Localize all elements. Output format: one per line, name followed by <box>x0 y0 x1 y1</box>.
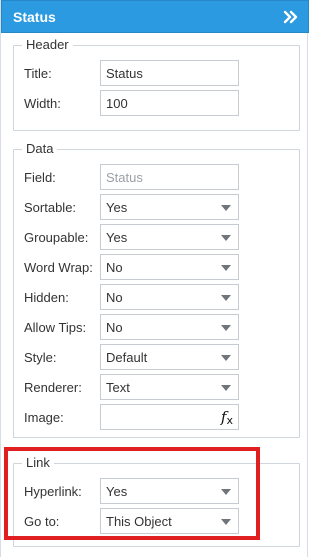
allowtips-row: Allow Tips: No <box>14 314 299 342</box>
hidden-row: Hidden: No <box>14 284 299 312</box>
renderer-row: Renderer: Text <box>14 374 299 402</box>
groupable-select-value: Yes <box>106 230 128 245</box>
data-group-legend: Data <box>22 141 58 157</box>
chevron-down-icon[interactable] <box>221 265 231 271</box>
fx-icon[interactable]: fx <box>221 408 233 427</box>
field-input-value: Status <box>106 170 143 185</box>
field-label: Field: <box>24 170 56 185</box>
hidden-select[interactable]: No <box>100 284 239 310</box>
field-input[interactable]: Status <box>100 164 239 190</box>
width-input-value: 100 <box>106 96 128 111</box>
double-chevron-right-icon[interactable] <box>280 6 302 28</box>
highlight-box <box>4 447 260 540</box>
field-row: Field: Status <box>14 164 299 192</box>
groupable-label: Groupable: <box>24 230 89 245</box>
chevron-down-icon[interactable] <box>221 385 231 391</box>
style-select[interactable]: Default <box>100 344 239 370</box>
data-group: Data Field: Status Sortable: Yes Groupab… <box>13 141 300 438</box>
chevron-down-icon[interactable] <box>221 355 231 361</box>
style-label: Style: <box>24 350 57 365</box>
panel-title: Status <box>13 9 56 25</box>
chevron-down-icon[interactable] <box>221 205 231 211</box>
chevron-down-icon[interactable] <box>221 295 231 301</box>
wordwrap-label: Word Wrap: <box>24 260 93 275</box>
style-row: Style: Default <box>14 344 299 372</box>
hidden-label: Hidden: <box>24 290 69 305</box>
title-input-value: Status <box>106 66 143 81</box>
header-group-legend: Header <box>22 37 73 53</box>
groupable-select[interactable]: Yes <box>100 224 239 250</box>
sortable-select[interactable]: Yes <box>100 194 239 220</box>
image-label: Image: <box>24 410 64 425</box>
wordwrap-select[interactable]: No <box>100 254 239 280</box>
renderer-select-value: Text <box>106 380 130 395</box>
wordwrap-row: Word Wrap: No <box>14 254 299 282</box>
hidden-select-value: No <box>106 290 123 305</box>
title-label: Title: <box>24 66 52 81</box>
chevron-down-icon[interactable] <box>221 235 231 241</box>
image-row: Image: fx <box>14 404 299 432</box>
image-input[interactable]: fx <box>100 404 239 430</box>
sortable-row: Sortable: Yes <box>14 194 299 222</box>
allowtips-label: Allow Tips: <box>24 320 87 335</box>
wordwrap-select-value: No <box>106 260 123 275</box>
renderer-select[interactable]: Text <box>100 374 239 400</box>
panel-header: Status <box>1 0 309 33</box>
width-input[interactable]: 100 <box>100 90 239 116</box>
width-row: Width: 100 <box>14 90 299 118</box>
chevron-down-icon[interactable] <box>221 325 231 331</box>
groupable-row: Groupable: Yes <box>14 224 299 252</box>
title-row: Title: Status <box>14 60 299 88</box>
style-select-value: Default <box>106 350 148 365</box>
renderer-label: Renderer: <box>24 380 82 395</box>
header-group: Header Title: Status Width: 100 <box>13 37 300 131</box>
allowtips-select-value: No <box>106 320 123 335</box>
width-label: Width: <box>24 96 61 111</box>
allowtips-select[interactable]: No <box>100 314 239 340</box>
sortable-select-value: Yes <box>106 200 128 215</box>
properties-panel: Status Header Title: Status Width: 100 D… <box>0 0 309 557</box>
title-input[interactable]: Status <box>100 60 239 86</box>
sortable-label: Sortable: <box>24 200 77 215</box>
